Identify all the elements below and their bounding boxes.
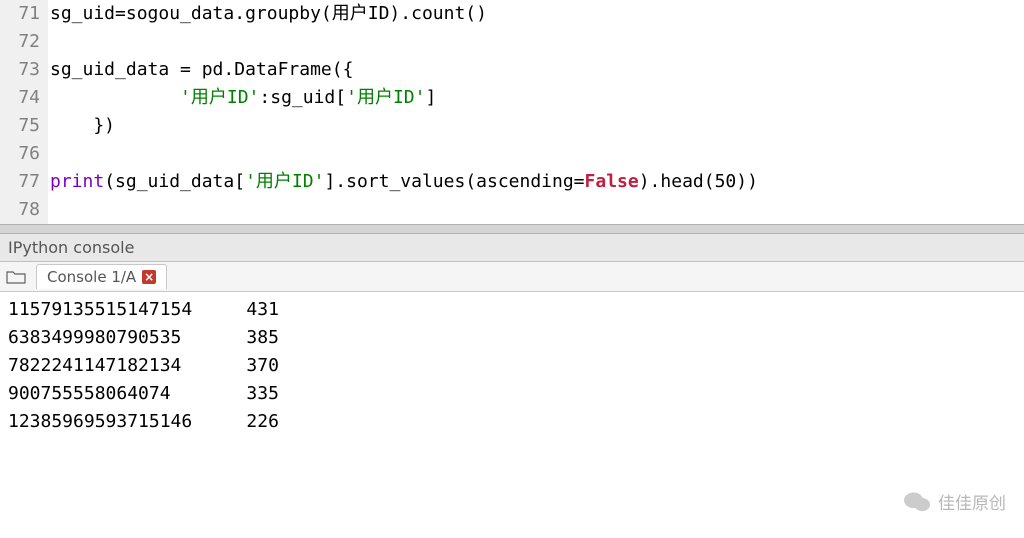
- code-line[interactable]: 75 }): [0, 112, 1024, 140]
- console-title: IPython console: [8, 238, 134, 257]
- output-line: 900755558064074 335: [8, 380, 1016, 408]
- output-line: 7822241147182134 370: [8, 352, 1016, 380]
- close-icon[interactable]: [142, 270, 156, 284]
- console-tab-label: Console 1/A: [47, 268, 136, 286]
- code-line[interactable]: 76: [0, 140, 1024, 168]
- line-number: 77: [0, 168, 48, 196]
- pane-divider[interactable]: [0, 224, 1024, 234]
- browse-icon[interactable]: [6, 270, 26, 284]
- code-line[interactable]: 74 '用户ID':sg_uid['用户ID']: [0, 84, 1024, 112]
- code-editor[interactable]: 71 sg_uid=sogou_data.groupby(用户ID).count…: [0, 0, 1024, 224]
- code-line[interactable]: 77 print(sg_uid_data['用户ID'].sort_values…: [0, 168, 1024, 196]
- code-line[interactable]: 72: [0, 28, 1024, 56]
- wechat-icon: [904, 491, 930, 513]
- output-line: 12385969593715146 226: [8, 408, 1016, 436]
- line-number: 75: [0, 112, 48, 140]
- watermark: 佳佳原创: [904, 489, 1006, 514]
- console-title-bar: IPython console: [0, 234, 1024, 262]
- console-output[interactable]: 11579135515147154 431 6383499980790535 3…: [0, 292, 1024, 440]
- code-line[interactable]: 71 sg_uid=sogou_data.groupby(用户ID).count…: [0, 0, 1024, 28]
- watermark-text: 佳佳原创: [938, 489, 1006, 514]
- console-tab-bar: Console 1/A: [0, 262, 1024, 292]
- line-number: 76: [0, 140, 48, 168]
- code-content: '用户ID':sg_uid['用户ID']: [48, 84, 436, 112]
- code-content: }): [48, 112, 115, 140]
- code-content: print(sg_uid_data['用户ID'].sort_values(as…: [48, 168, 758, 196]
- line-number: 78: [0, 196, 48, 224]
- output-line: 6383499980790535 385: [8, 324, 1016, 352]
- console-tab[interactable]: Console 1/A: [36, 264, 167, 289]
- code-content: sg_uid_data = pd.DataFrame({: [48, 56, 353, 84]
- line-number: 74: [0, 84, 48, 112]
- line-number: 72: [0, 28, 48, 56]
- code-line[interactable]: 78: [0, 196, 1024, 224]
- code-line[interactable]: 73 sg_uid_data = pd.DataFrame({: [0, 56, 1024, 84]
- code-content: sg_uid=sogou_data.groupby(用户ID).count(): [48, 0, 487, 28]
- line-number: 71: [0, 0, 48, 28]
- output-line: 11579135515147154 431: [8, 296, 1016, 324]
- line-number: 73: [0, 56, 48, 84]
